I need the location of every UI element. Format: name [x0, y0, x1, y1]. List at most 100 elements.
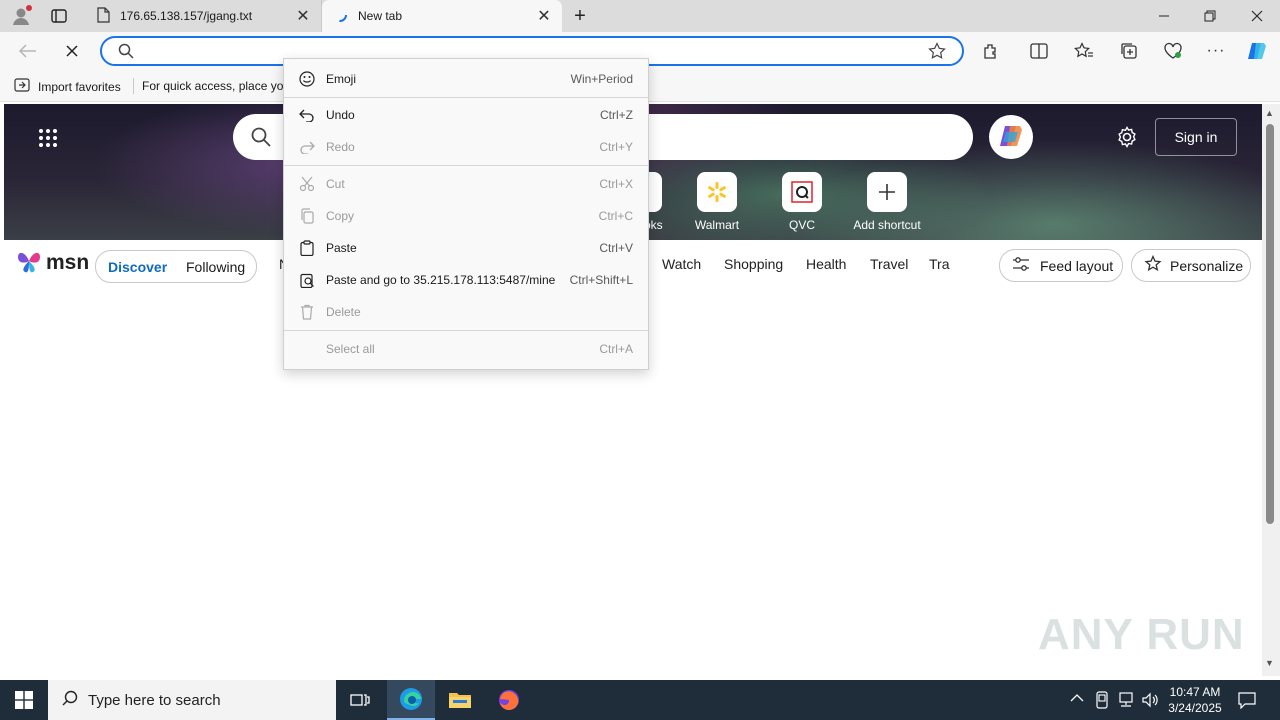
tab-new-tab[interactable]: New tab ✕	[322, 0, 562, 32]
split-screen-icon[interactable]	[1028, 40, 1050, 62]
menu-item-redo[interactable]: Redo Ctrl+Y	[284, 131, 648, 163]
tab-close-icon[interactable]: ✕	[295, 6, 311, 26]
task-view-icon[interactable]	[336, 680, 384, 720]
menu-item-cut[interactable]: Cut Ctrl+X	[284, 168, 648, 200]
clock-date: 3/24/2025	[1168, 701, 1222, 715]
copilot-icon	[997, 122, 1025, 153]
tab-discover[interactable]: Discover	[108, 259, 167, 275]
msn-logo[interactable]: msn	[16, 248, 89, 277]
menu-item-paste-and-go[interactable]: Paste and go to 35.215.178.113:5487/mine…	[284, 264, 648, 296]
menu-item-shortcut: Win+Period	[570, 72, 633, 86]
menu-item-shortcut: Ctrl+Z	[600, 108, 633, 122]
tab-close-icon[interactable]: ✕	[536, 6, 552, 26]
menu-item-label: Delete	[326, 305, 361, 319]
nav-link-traffic[interactable]: Tra	[929, 256, 949, 272]
network-icon[interactable]	[1117, 692, 1135, 711]
extensions-icon[interactable]	[980, 40, 1002, 62]
walmart-icon	[697, 172, 737, 212]
restore-button[interactable]	[1187, 0, 1233, 32]
nav-link-watch[interactable]: Watch	[662, 256, 701, 272]
menu-item-label: Copy	[326, 209, 355, 223]
copilot-button[interactable]	[989, 115, 1033, 159]
collections-icon[interactable]	[1118, 40, 1140, 62]
close-window-button[interactable]	[1234, 0, 1280, 32]
nav-link-shopping[interactable]: Shopping	[724, 256, 783, 272]
clock-time: 10:47 AM	[1169, 685, 1221, 699]
menu-item-paste[interactable]: Paste Ctrl+V	[284, 232, 648, 264]
menu-item-undo[interactable]: Undo Ctrl+Z	[284, 99, 648, 131]
shortcut-label: Add shortcut	[853, 218, 921, 232]
taskbar-search-placeholder: Type here to search	[88, 691, 221, 709]
scroll-up-arrow-icon[interactable]: ▲	[1265, 108, 1274, 118]
favorites-divider	[133, 78, 134, 94]
back-arrow-icon[interactable]	[17, 40, 39, 62]
import-favorites-button[interactable]: Import favorites	[14, 78, 121, 95]
menu-item-delete[interactable]: Delete	[284, 296, 648, 328]
msn-logo-text: msn	[46, 250, 90, 274]
windows-taskbar: Type here to search 10:47 AM 3/24/2025	[0, 680, 1280, 720]
nav-link-travel[interactable]: Travel	[870, 256, 908, 272]
menu-item-copy[interactable]: Copy Ctrl+C	[284, 200, 648, 232]
taskbar-search-box[interactable]: Type here to search	[48, 680, 336, 720]
menu-item-label: Select all	[326, 342, 375, 356]
volume-icon[interactable]	[1141, 691, 1159, 712]
edge-taskbar-icon[interactable]	[387, 680, 435, 720]
system-clock[interactable]: 10:47 AM 3/24/2025	[1166, 684, 1224, 716]
loading-spinner-icon	[332, 7, 348, 26]
shortcut-qvc[interactable]: QVC	[762, 172, 842, 232]
stop-loading-icon[interactable]	[61, 40, 83, 62]
scroll-down-arrow-icon[interactable]: ▼	[1265, 658, 1274, 668]
feed-layout-button[interactable]: Feed layout	[999, 249, 1123, 282]
notification-center-icon[interactable]	[1238, 691, 1256, 712]
menu-item-label: Emoji	[326, 72, 357, 86]
context-menu: Emoji Win+Period Undo Ctrl+Z Redo Ctrl+Y…	[283, 58, 649, 370]
windows-start-icon[interactable]	[0, 680, 48, 720]
personalize-star-icon	[1144, 254, 1162, 276]
redo-icon	[298, 138, 316, 156]
menu-item-emoji[interactable]: Emoji Win+Period	[284, 63, 648, 95]
personalize-button[interactable]: Personalize	[1131, 249, 1251, 282]
device-icon[interactable]	[1094, 691, 1110, 712]
tab-actions-icon[interactable]	[50, 8, 68, 24]
copilot-icon[interactable]	[1246, 40, 1268, 62]
watermark-text: ANY RUN	[1038, 610, 1245, 659]
menu-item-label: Redo	[326, 140, 355, 154]
menu-separator	[284, 330, 648, 331]
more-options-icon[interactable]: ···	[1205, 40, 1227, 62]
new-tab-plus-icon[interactable]: +	[570, 6, 590, 26]
import-favorites-label: Import favorites	[38, 79, 121, 94]
scrollbar-thumb[interactable]	[1266, 124, 1274, 524]
firefox-icon[interactable]	[485, 680, 533, 720]
sign-in-button[interactable]: Sign in	[1155, 118, 1237, 156]
settings-gear-icon[interactable]	[1116, 126, 1138, 151]
browser-essentials-icon[interactable]	[1162, 40, 1184, 62]
minimize-button[interactable]	[1141, 0, 1187, 32]
tab-following[interactable]: Following	[186, 259, 245, 275]
favorite-star-icon[interactable]	[928, 42, 946, 63]
menu-item-shortcut: Ctrl+X	[599, 177, 633, 191]
menu-item-label: Paste	[326, 241, 357, 255]
nav-link-health[interactable]: Health	[806, 256, 846, 272]
profile-icon[interactable]	[10, 5, 32, 27]
msn-butterfly-icon	[16, 248, 42, 277]
import-icon	[14, 78, 30, 95]
menu-item-select-all[interactable]: Select all Ctrl+A	[284, 333, 648, 365]
add-shortcut-button[interactable]: Add shortcut	[847, 172, 927, 232]
cut-icon	[298, 175, 316, 193]
favorites-icon[interactable]	[1073, 40, 1095, 62]
file-explorer-icon[interactable]	[436, 680, 484, 720]
show-hidden-icons-chevron-icon[interactable]	[1070, 692, 1084, 706]
tab-title: New tab	[358, 9, 403, 23]
apps-launcher-icon[interactable]	[38, 128, 58, 151]
search-icon	[251, 127, 271, 150]
tab-jgang[interactable]: 176.65.138.157/jgang.txt ✕	[86, 0, 322, 32]
menu-item-label: Cut	[326, 177, 345, 191]
anyrun-watermark: ANY RUN	[1038, 610, 1245, 660]
shortcut-walmart[interactable]: Walmart	[677, 172, 757, 232]
feed-layout-label: Feed layout	[1040, 257, 1114, 274]
shortcut-label: QVC	[788, 218, 815, 232]
plus-icon	[867, 172, 907, 212]
document-icon	[96, 6, 110, 26]
tab-title: 176.65.138.157/jgang.txt	[120, 9, 253, 23]
page-scrollbar[interactable]: ▲ ▼	[1262, 104, 1280, 676]
